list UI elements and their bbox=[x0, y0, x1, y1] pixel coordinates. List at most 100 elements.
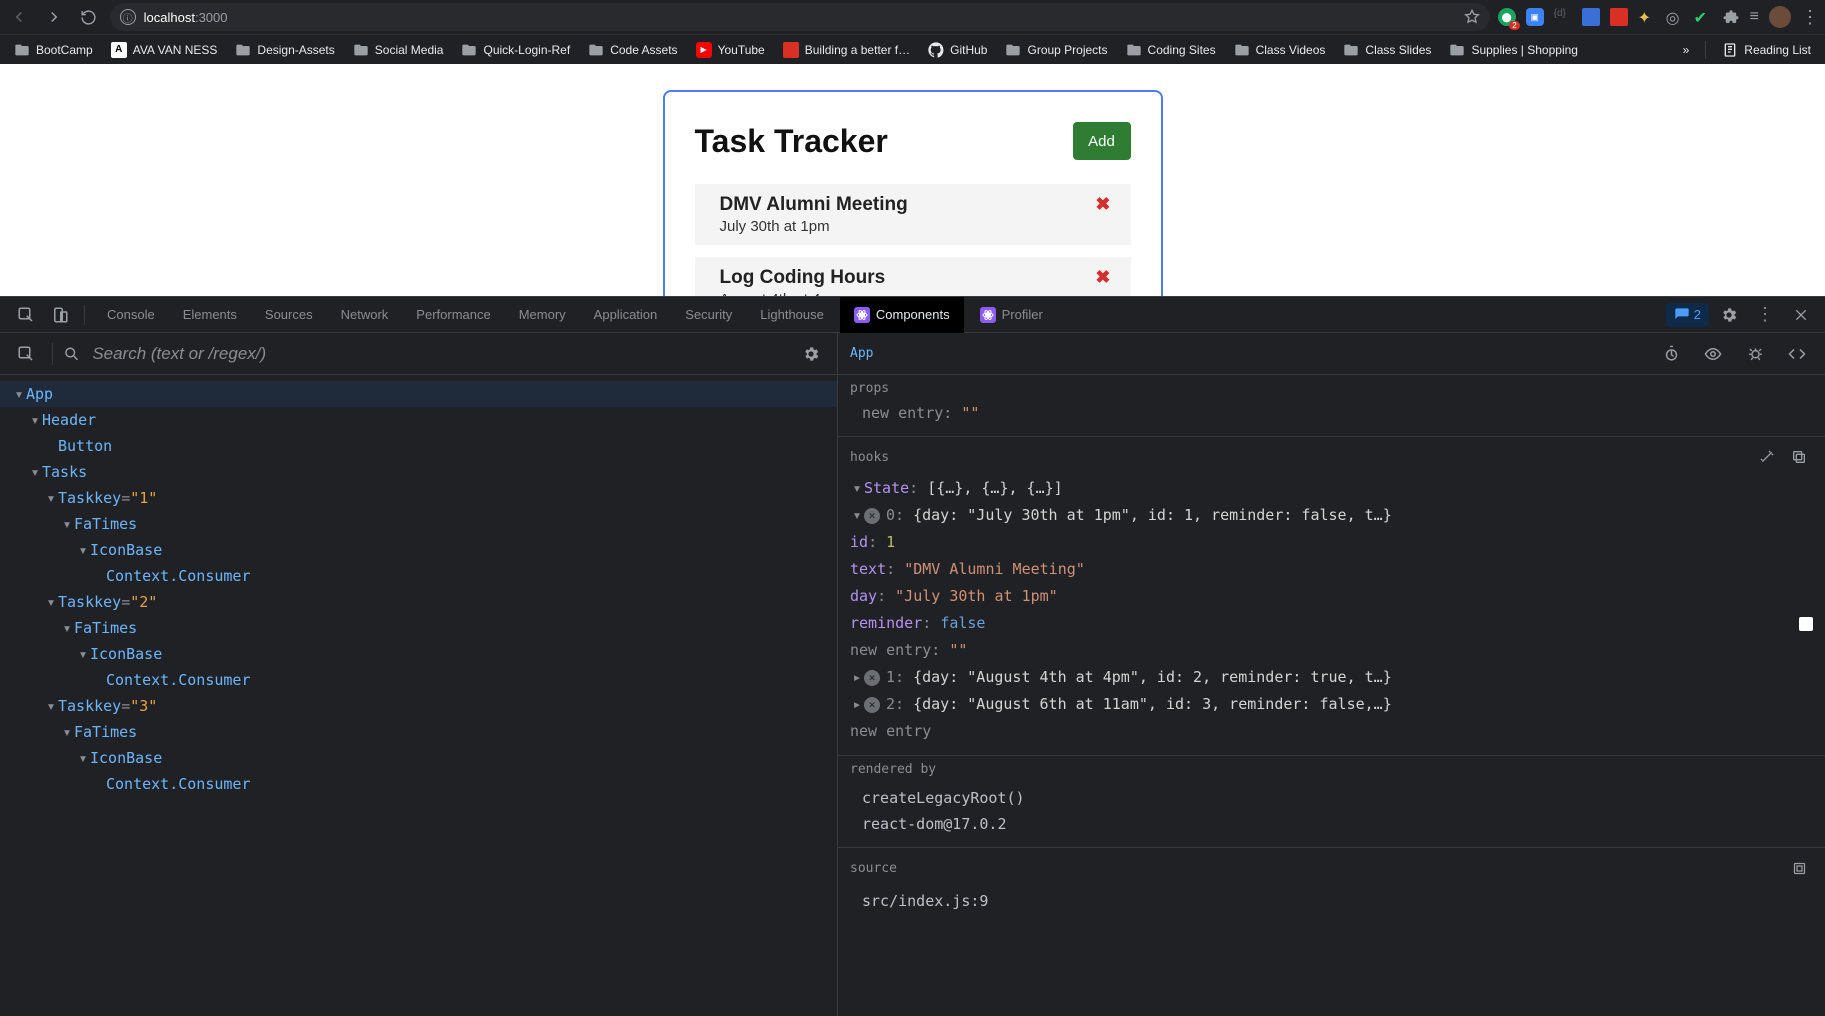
reload-button[interactable] bbox=[75, 3, 102, 31]
delete-task-icon[interactable]: ✖ bbox=[1095, 194, 1110, 215]
expand-icon[interactable] bbox=[1783, 852, 1815, 884]
bookmark-label: Social Media bbox=[375, 43, 444, 57]
tree-row[interactable]: ▾ FaTimes bbox=[0, 615, 837, 641]
tree-row[interactable]: Button bbox=[0, 433, 837, 459]
task-tracker-card: Task Tracker Add DMV Alumni MeetingJuly … bbox=[663, 90, 1163, 296]
bookmark-label: Group Projects bbox=[1027, 43, 1107, 57]
state-field: id: 1 bbox=[850, 529, 1813, 556]
close-icon[interactable] bbox=[1785, 299, 1817, 331]
tab-memory[interactable]: Memory bbox=[505, 297, 580, 333]
bookmark-item[interactable]: GitHub bbox=[922, 39, 993, 61]
bookmark-item[interactable]: Coding Sites bbox=[1120, 39, 1222, 61]
bookmark-item[interactable]: Social Media bbox=[347, 39, 450, 61]
tree-row[interactable]: ▾ Task key="3" bbox=[0, 693, 837, 719]
forward-button[interactable] bbox=[41, 3, 68, 31]
bookmark-item[interactable]: AAVA VAN NESS bbox=[105, 39, 224, 61]
bookmark-item[interactable]: Code Assets bbox=[582, 39, 683, 61]
eye-icon[interactable] bbox=[1697, 338, 1729, 370]
bookmark-item[interactable]: Supplies | Shopping bbox=[1443, 39, 1584, 61]
bookmarks-overflow[interactable]: » bbox=[1677, 40, 1696, 60]
bug-icon[interactable] bbox=[1739, 338, 1771, 370]
search-input[interactable] bbox=[90, 343, 785, 365]
tab-components[interactable]: Components bbox=[840, 297, 964, 333]
inspect-icon[interactable] bbox=[10, 299, 42, 331]
tree-settings-icon[interactable] bbox=[795, 338, 827, 370]
tree-row[interactable]: Context.Consumer bbox=[0, 771, 837, 797]
tab-elements[interactable]: Elements bbox=[169, 297, 251, 333]
component-tree[interactable]: ▾ App▾ Header Button▾ Tasks▾ Task key="1… bbox=[0, 375, 837, 803]
bookmark-item[interactable]: Design-Assets bbox=[229, 39, 340, 61]
magic-wand-icon[interactable] bbox=[1751, 441, 1783, 473]
bookmark-label: Design-Assets bbox=[257, 43, 334, 57]
tab-performance[interactable]: Performance bbox=[402, 297, 504, 333]
bookmark-item[interactable]: ▶YouTube bbox=[690, 39, 771, 61]
bookmark-item[interactable]: Class Slides bbox=[1337, 39, 1437, 61]
ext-icon-5[interactable] bbox=[1610, 8, 1628, 26]
bookmark-item[interactable]: Class Videos bbox=[1228, 39, 1332, 61]
tree-row[interactable]: ▾ Task key="1" bbox=[0, 485, 837, 511]
tab-application[interactable]: Application bbox=[580, 297, 672, 333]
ext-icon-8[interactable]: ✔ bbox=[1694, 8, 1712, 26]
task-tracker-header: Task Tracker Add bbox=[695, 122, 1131, 160]
react-icon bbox=[854, 307, 870, 323]
add-button[interactable]: Add bbox=[1073, 122, 1131, 160]
reminder-checkbox[interactable] bbox=[1799, 617, 1813, 631]
bookmark-item[interactable]: Building a better f… bbox=[777, 39, 916, 61]
tree-row[interactable]: ▾ IconBase bbox=[0, 641, 837, 667]
star-icon[interactable] bbox=[1464, 9, 1480, 25]
tab-console[interactable]: Console bbox=[93, 297, 169, 333]
hooks-content: ▾ State: [{…}, {…}, {…}] ▾ ✕0: {day: "Ju… bbox=[838, 475, 1825, 755]
omnibox[interactable]: ⓘ localhost:3000 bbox=[110, 3, 1490, 31]
tab-security[interactable]: Security bbox=[671, 297, 746, 333]
stopwatch-icon[interactable] bbox=[1655, 338, 1687, 370]
delete-entry-icon[interactable]: ✕ bbox=[864, 670, 880, 686]
url-text: localhost:3000 bbox=[144, 10, 228, 25]
delete-entry-icon[interactable]: ✕ bbox=[864, 508, 880, 524]
profile-avatar[interactable] bbox=[1769, 6, 1791, 28]
tree-row[interactable]: Context.Consumer bbox=[0, 667, 837, 693]
tab-sources[interactable]: Sources bbox=[251, 297, 327, 333]
delete-entry-icon[interactable]: ✕ bbox=[864, 697, 880, 713]
tree-row[interactable]: ▾ Header bbox=[0, 407, 837, 433]
tree-row[interactable]: ▾ Task key="2" bbox=[0, 589, 837, 615]
tab-network[interactable]: Network bbox=[327, 297, 403, 333]
ext-icon-2[interactable]: ▣ bbox=[1526, 8, 1544, 26]
task-item[interactable]: DMV Alumni MeetingJuly 30th at 1pm✖ bbox=[695, 184, 1131, 245]
rendered-by-content: createLegacyRoot() react-dom@17.0.2 bbox=[838, 779, 1825, 847]
copy-icon[interactable] bbox=[1783, 441, 1815, 473]
component-details-panel: App props new entry: "" hooks ▾ State: [… bbox=[838, 333, 1825, 1016]
issues-count: 2 bbox=[1694, 307, 1701, 322]
settings-icon[interactable] bbox=[1713, 299, 1745, 331]
ext-icon-4[interactable] bbox=[1582, 8, 1600, 26]
site-info-icon[interactable]: ⓘ bbox=[120, 9, 136, 25]
task-item[interactable]: Log Coding HoursAugust 4th at 4pm✖ bbox=[695, 257, 1131, 296]
extensions-menu-icon[interactable]: ≡ bbox=[1750, 8, 1759, 26]
ext-icon-7[interactable]: ◎ bbox=[1666, 8, 1684, 26]
back-button[interactable] bbox=[6, 3, 33, 31]
select-element-icon[interactable] bbox=[10, 338, 42, 370]
tree-row[interactable]: ▾ IconBase bbox=[0, 537, 837, 563]
page-content: Task Tracker Add DMV Alumni MeetingJuly … bbox=[0, 64, 1825, 296]
ext-icon-3[interactable]: {d} bbox=[1554, 8, 1572, 26]
ext-icon-1[interactable]: ⬤2 bbox=[1498, 8, 1516, 26]
more-icon[interactable]: ⋮ bbox=[1749, 299, 1781, 331]
bookmark-item[interactable]: Group Projects bbox=[999, 39, 1113, 61]
tree-row[interactable]: ▾ FaTimes bbox=[0, 719, 837, 745]
delete-task-icon[interactable]: ✖ bbox=[1095, 267, 1110, 288]
tab-profiler[interactable]: Profiler bbox=[966, 297, 1057, 333]
tree-row[interactable]: ▾ FaTimes bbox=[0, 511, 837, 537]
tree-row[interactable]: ▾ IconBase bbox=[0, 745, 837, 771]
tree-row[interactable]: ▾ Tasks bbox=[0, 459, 837, 485]
tree-row[interactable]: ▾ App bbox=[0, 381, 837, 407]
code-icon[interactable] bbox=[1781, 338, 1813, 370]
issues-badge[interactable]: 2 bbox=[1666, 303, 1709, 327]
bookmark-item[interactable]: BootCamp bbox=[8, 39, 99, 61]
chrome-menu-icon[interactable]: ⋮ bbox=[1801, 7, 1819, 28]
tab-lighthouse[interactable]: Lighthouse bbox=[746, 297, 838, 333]
bookmark-item[interactable]: Quick-Login-Ref bbox=[455, 39, 576, 61]
reading-list[interactable]: Reading List bbox=[1716, 39, 1817, 61]
extensions-puzzle-icon[interactable] bbox=[1722, 8, 1740, 26]
ext-icon-6[interactable]: ✦ bbox=[1638, 8, 1656, 26]
tree-row[interactable]: Context.Consumer bbox=[0, 563, 837, 589]
device-toggle-icon[interactable] bbox=[44, 299, 76, 331]
